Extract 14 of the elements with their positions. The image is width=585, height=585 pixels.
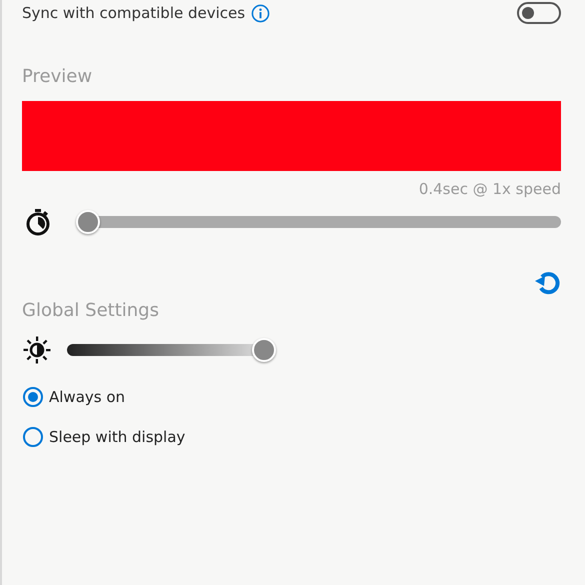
slider-thumb[interactable] <box>252 338 276 362</box>
info-icon[interactable] <box>251 4 270 22</box>
radio-option[interactable]: Always on <box>23 387 126 407</box>
slider-thumb[interactable] <box>76 210 100 234</box>
radio-button[interactable] <box>23 387 43 407</box>
radio-button[interactable] <box>23 427 43 447</box>
sync-label: Sync with compatible devices <box>22 4 246 22</box>
speed-label: 0.4sec @ 1x speed <box>418 180 561 198</box>
brightness-icon <box>22 335 52 365</box>
radio-option[interactable]: Sleep with display <box>23 427 186 447</box>
section-heading: Global Settings <box>22 300 160 321</box>
stopwatch-icon <box>24 208 52 236</box>
sync-toggle[interactable] <box>517 2 561 24</box>
section-heading: Preview <box>22 66 94 87</box>
